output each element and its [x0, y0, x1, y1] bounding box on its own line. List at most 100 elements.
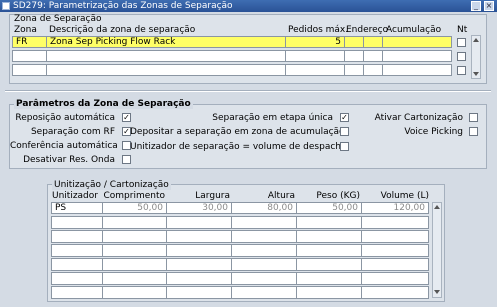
- col-unitizador: Unitizador: [52, 191, 98, 201]
- zone-cell-acumulacao[interactable]: [382, 36, 452, 48]
- unit-empty-cell: [102, 216, 167, 229]
- zone-nt-checkbox[interactable]: [457, 66, 466, 75]
- unit-empty-cell: [102, 244, 167, 257]
- unit-empty-cell: [361, 244, 429, 257]
- arrow-down-icon[interactable]: [434, 290, 440, 294]
- depositar-checkbox[interactable]: [340, 127, 349, 136]
- unit-empty-cell: [296, 286, 362, 299]
- close-button[interactable]: ×: [484, 1, 494, 11]
- reposicao-label: Reposição automática: [15, 113, 115, 123]
- col-acumulacao: Acumulação: [386, 25, 442, 35]
- unit-empty-cell: [296, 216, 362, 229]
- zone-cell-endereco-2[interactable]: [363, 50, 383, 62]
- etapa-checkbox[interactable]: ✓: [340, 113, 349, 122]
- unit-empty-cell: [51, 230, 103, 243]
- zone-cell-zona[interactable]: [12, 64, 47, 76]
- zone-cell-descricao[interactable]: Zona Sep Picking Flow Rack: [46, 36, 286, 48]
- window-title: SD279: Parametrização das Zonas de Separ…: [13, 1, 233, 11]
- zone-cell-descricao[interactable]: [46, 64, 286, 76]
- unit-title: Unitização / Cartonização: [52, 180, 171, 190]
- unit-empty-grid: [51, 216, 429, 299]
- app-icon: [2, 2, 10, 10]
- unit-empty-cell: [361, 216, 429, 229]
- zone-cell-endereco[interactable]: [344, 64, 364, 76]
- col-zona: Zona: [14, 25, 37, 35]
- col-largura: Largura: [195, 191, 230, 201]
- cartonizacao-checkbox[interactable]: [469, 113, 478, 122]
- col-nt: Nt: [457, 25, 468, 35]
- col-endereco: Endereço: [346, 25, 389, 35]
- arrow-up-icon[interactable]: [473, 38, 479, 42]
- unit-empty-cell: [166, 272, 232, 285]
- unit-scrollbar[interactable]: [432, 202, 442, 298]
- unit-empty-cell: [296, 244, 362, 257]
- zone-cell-zona[interactable]: [12, 50, 47, 62]
- zone-cell-endereco[interactable]: [344, 36, 364, 48]
- unit-empty-cell: [51, 258, 103, 271]
- desativar-checkbox[interactable]: [122, 155, 131, 164]
- unit-empty-cell: [231, 272, 297, 285]
- arrow-down-icon[interactable]: [473, 72, 479, 76]
- close-icon: ×: [485, 1, 493, 10]
- unit-cell-altura[interactable]: 80,00: [231, 202, 297, 214]
- zone-nt-checkbox[interactable]: [457, 52, 466, 61]
- unit-empty-cell: [296, 258, 362, 271]
- unit-empty-cell: [361, 272, 429, 285]
- unitizador-checkbox[interactable]: [340, 142, 349, 151]
- zone-cell-descricao[interactable]: [46, 50, 286, 62]
- unit-empty-cell: [51, 216, 103, 229]
- cartonizacao-label: Ativar Cartonização: [374, 113, 463, 123]
- desativar-label: Desativar Res. Onda: [23, 155, 115, 165]
- reposicao-checkbox[interactable]: ✓: [122, 113, 131, 122]
- unit-cell-comprimento[interactable]: 50,00: [102, 202, 167, 214]
- unit-empty-cell: [102, 230, 167, 243]
- unit-cell-peso[interactable]: 50,00: [296, 202, 362, 214]
- unit-empty-rows: [51, 216, 431, 303]
- etapa-label: Separação em etapa única: [212, 113, 333, 123]
- unit-empty-cell: [231, 244, 297, 257]
- col-pedidos: Pedidos máx.: [288, 25, 349, 35]
- depositar-label: Depositar a separação em zona de acumula…: [130, 127, 345, 137]
- conferencia-label: Conferência automática: [10, 141, 118, 151]
- unit-empty-cell: [102, 258, 167, 271]
- unit-empty-cell: [166, 244, 232, 257]
- zone-cell-acumulacao[interactable]: [382, 50, 452, 62]
- arrow-up-icon[interactable]: [434, 205, 440, 209]
- unit-empty-cell: [166, 216, 232, 229]
- minimize-button[interactable]: _: [471, 1, 481, 11]
- unit-empty-cell: [51, 244, 103, 257]
- unitizador-label: Unitizador de separação = volume de desp…: [130, 142, 347, 152]
- unit-empty-cell: [361, 258, 429, 271]
- unit-empty-cell: [231, 258, 297, 271]
- unit-cell-volume[interactable]: 120,00: [361, 202, 429, 214]
- zone-cell-endereco[interactable]: [344, 50, 364, 62]
- col-comprimento: Comprimento: [103, 191, 165, 201]
- zone-nt-checkbox[interactable]: [457, 38, 466, 47]
- zone-cell-pedidos[interactable]: 5: [285, 36, 345, 48]
- unit-empty-cell: [361, 286, 429, 299]
- col-altura: Altura: [267, 191, 295, 201]
- unit-empty-cell: [166, 258, 232, 271]
- zone-cell-endereco-2[interactable]: [363, 36, 383, 48]
- unit-empty-cell: [231, 286, 297, 299]
- col-volume: Volume (L): [380, 191, 429, 201]
- zone-cell-zona[interactable]: FR: [12, 36, 47, 48]
- zone-cell-pedidos[interactable]: [285, 50, 345, 62]
- unit-cell-largura[interactable]: 30,00: [166, 202, 232, 214]
- unit-empty-cell: [166, 286, 232, 299]
- unit-empty-cell: [231, 230, 297, 243]
- zone-cell-acumulacao[interactable]: [382, 64, 452, 76]
- zone-cell-endereco-2[interactable]: [363, 64, 383, 76]
- zone-cell-pedidos[interactable]: [285, 64, 345, 76]
- params-title: Parâmetros da Zona de Separação: [14, 99, 193, 109]
- unit-cell-unitizador[interactable]: PS: [51, 202, 103, 214]
- unit-empty-cell: [51, 286, 103, 299]
- unit-empty-cell: [51, 272, 103, 285]
- separator: [5, 90, 491, 92]
- unit-empty-cell: [361, 230, 429, 243]
- sep-rf-label: Separação com RF: [30, 127, 115, 137]
- unit-empty-cell: [296, 230, 362, 243]
- col-peso: Peso (KG): [316, 191, 360, 201]
- voice-checkbox[interactable]: [469, 127, 478, 136]
- zones-title: Zona de Separação: [14, 14, 102, 24]
